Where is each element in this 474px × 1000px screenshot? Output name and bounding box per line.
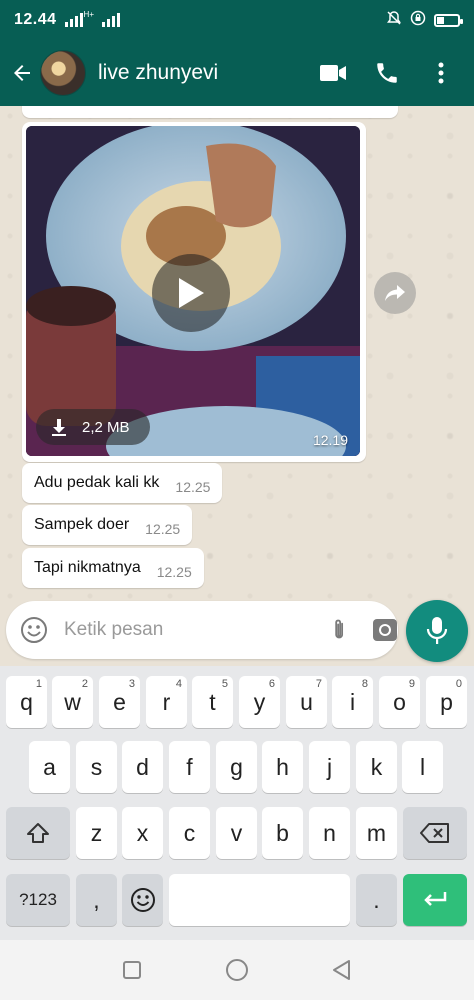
play-icon (179, 278, 204, 308)
key-j[interactable]: j (309, 741, 350, 793)
key-h[interactable]: h (262, 741, 303, 793)
key-p[interactable]: p0 (426, 676, 467, 728)
square-icon (123, 961, 142, 979)
microphone-icon (426, 617, 448, 644)
forward-button[interactable] (374, 272, 416, 314)
symbols-key[interactable]: ?123 (6, 874, 70, 926)
key-v[interactable]: v (216, 807, 257, 859)
forward-icon (385, 285, 405, 301)
message-text: Sampek doer (34, 516, 130, 533)
video-call-button[interactable] (318, 58, 348, 88)
backspace-key[interactable] (403, 807, 467, 859)
key-a[interactable]: a (29, 741, 70, 793)
play-button[interactable] (152, 254, 230, 332)
key-m[interactable]: m (356, 807, 397, 859)
voice-call-button[interactable] (372, 58, 402, 88)
more-options-button[interactable] (426, 58, 456, 88)
back-arrow-icon (14, 65, 30, 81)
camera-button[interactable] (371, 615, 399, 645)
enter-key[interactable] (403, 874, 467, 926)
phone-icon (377, 63, 397, 83)
message-text: Tapi nikmatnya (34, 559, 141, 576)
shift-icon (27, 823, 49, 843)
chat-header: live zhunyevi (0, 40, 474, 106)
contact-name[interactable]: live zhunyevi (98, 61, 318, 85)
signal-icon-2 (102, 13, 120, 27)
message-bubble[interactable]: Tapi nikmatnya 12.25 (22, 548, 204, 588)
attach-button[interactable] (327, 615, 353, 645)
chat-area[interactable]: 2,2 MB 12.19 Adu pedak kali kk 12.25 Sam… (0, 106, 474, 600)
emoji-icon (21, 617, 47, 643)
download-icon (50, 418, 68, 436)
key-c[interactable]: c (169, 807, 210, 859)
key-i[interactable]: i8 (332, 676, 373, 728)
system-navigation-bar (0, 940, 474, 1000)
key-t[interactable]: t5 (192, 676, 233, 728)
key-q[interactable]: q1 (6, 676, 47, 728)
key-g[interactable]: g (216, 741, 257, 793)
battery-icon (434, 13, 463, 27)
key-r[interactable]: r4 (146, 676, 187, 728)
backspace-icon (420, 823, 449, 843)
emoji-key[interactable] (122, 874, 163, 926)
key-y[interactable]: y6 (239, 676, 280, 728)
key-u[interactable]: u7 (286, 676, 327, 728)
key-k[interactable]: k (356, 741, 397, 793)
key-z[interactable]: z (76, 807, 117, 859)
circle-icon (225, 959, 248, 981)
emoji-button[interactable] (20, 615, 48, 645)
soft-keyboard: q1 w2 e3 r4 t5 y6 u7 i8 o9 p0 a s d f g … (0, 666, 474, 940)
signal-icon (64, 13, 83, 27)
key-b[interactable]: b (262, 807, 303, 859)
video-thumbnail[interactable]: 2,2 MB 12.19 (26, 126, 360, 456)
back-nav-button[interactable] (327, 955, 357, 985)
key-n[interactable]: n (309, 807, 350, 859)
key-d[interactable]: d (122, 741, 163, 793)
status-time: 12.44 (14, 11, 57, 28)
shift-key[interactable] (6, 807, 70, 859)
triangle-back-icon (332, 960, 350, 980)
video-camera-icon (320, 65, 346, 81)
message-composer (6, 601, 398, 659)
message-time: 12.25 (145, 521, 181, 537)
network-type: H+ (83, 10, 94, 19)
home-button[interactable] (222, 955, 252, 985)
voice-record-button[interactable] (406, 600, 468, 662)
video-size: 2,2 MB (82, 418, 130, 436)
key-w[interactable]: w2 (52, 676, 93, 728)
key-s[interactable]: s (76, 741, 117, 793)
message-time: 12.25 (156, 564, 192, 580)
message-bubble[interactable]: Adu pedak kali kk 12.25 (22, 463, 223, 503)
period-key[interactable]: . (356, 874, 397, 926)
paperclip-icon (335, 619, 344, 639)
kebab-menu-icon (438, 62, 444, 84)
emoji-icon (130, 888, 155, 912)
previous-message-bubble[interactable] (22, 106, 398, 118)
message-time: 12.25 (175, 479, 211, 495)
key-o[interactable]: o9 (379, 676, 420, 728)
back-button[interactable] (4, 40, 40, 106)
recents-button[interactable] (117, 955, 147, 985)
key-e[interactable]: e3 (99, 676, 140, 728)
camera-icon (373, 619, 397, 641)
avatar[interactable] (40, 50, 86, 96)
comma-key[interactable]: , (76, 874, 117, 926)
status-bar: 12.44 H+ (0, 0, 474, 40)
key-l[interactable]: l (402, 741, 443, 793)
message-input[interactable] (64, 619, 309, 641)
video-message-bubble[interactable]: 2,2 MB 12.19 (22, 122, 366, 462)
download-button[interactable]: 2,2 MB (36, 409, 150, 445)
lock-rotation-icon (410, 10, 426, 31)
key-x[interactable]: x (122, 807, 163, 859)
key-f[interactable]: f (169, 741, 210, 793)
video-timestamp: 12.19 (312, 432, 348, 448)
enter-arrow-icon (424, 892, 447, 906)
mute-bell-icon (386, 10, 402, 31)
space-bar[interactable] (169, 874, 350, 926)
message-text: Adu pedak kali kk (34, 474, 160, 491)
message-bubble[interactable]: Sampek doer 12.25 (22, 505, 193, 545)
